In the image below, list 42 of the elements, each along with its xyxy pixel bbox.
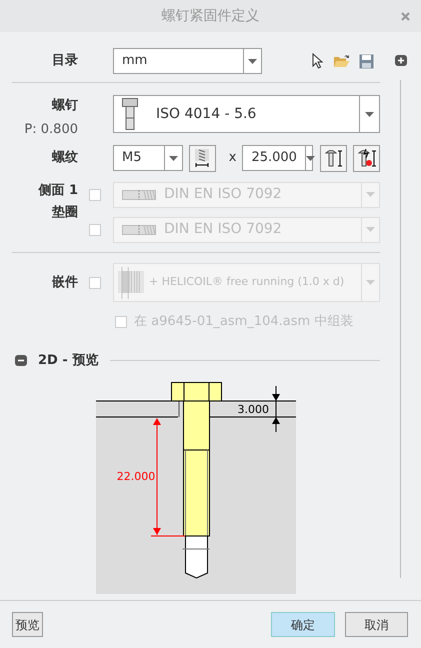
field-label: 嵌件	[52, 274, 78, 290]
caret-icon	[306, 156, 315, 160]
washer-icon	[122, 224, 156, 234]
save-icon[interactable]	[359, 54, 374, 68]
screw-length-icon	[356, 148, 377, 168]
catalog-dropdown[interactable]: mm	[113, 48, 262, 74]
screw-dropdown[interactable]: ISO 4014 - 5.6	[113, 95, 380, 133]
dimension-line	[272, 386, 280, 432]
preview-button[interactable]: 预览	[12, 612, 43, 637]
field-label: 目录	[52, 53, 78, 68]
field-label: 侧面 1	[38, 182, 78, 200]
section-title: 2D - 预览	[38, 352, 98, 370]
cursor-icon[interactable]	[312, 53, 324, 69]
field-label: 螺钉	[52, 97, 78, 115]
caret-icon	[366, 280, 375, 285]
add-icon[interactable]	[394, 55, 406, 66]
caret-icon	[168, 156, 178, 160]
thread-size-dropdown[interactable]: M5	[113, 145, 183, 171]
dimension-label: 3.000	[238, 403, 269, 416]
open-folder-icon[interactable]	[333, 54, 350, 68]
caret-icon	[248, 58, 257, 64]
thread-diameter-icon	[194, 148, 210, 168]
field-label: 螺纹	[52, 150, 78, 166]
screw-length-button[interactable]	[320, 144, 348, 172]
ok-button[interactable]: 确定	[271, 612, 335, 637]
bolt-icon	[122, 98, 138, 130]
field-label: 垫圈	[52, 204, 78, 222]
thread-diameter-button[interactable]	[188, 144, 216, 172]
washer-icon	[122, 190, 156, 200]
insert-icon	[118, 266, 144, 298]
dimension-label: 22.000	[116, 470, 156, 483]
caret-icon	[366, 227, 375, 232]
collapse-icon[interactable]	[15, 354, 27, 366]
cancel-button[interactable]: 取消	[345, 612, 408, 637]
caret-icon	[365, 112, 374, 116]
length-dropdown[interactable]: 25.000	[242, 145, 314, 171]
window-title: 螺钉紧固件定义	[162, 8, 260, 24]
times-sign: x	[228, 149, 236, 168]
caret-icon	[366, 192, 375, 197]
screw-length-icon	[324, 148, 344, 168]
screw-length-button[interactable]	[353, 144, 380, 172]
pitch-label: P: 0.800	[24, 120, 78, 138]
